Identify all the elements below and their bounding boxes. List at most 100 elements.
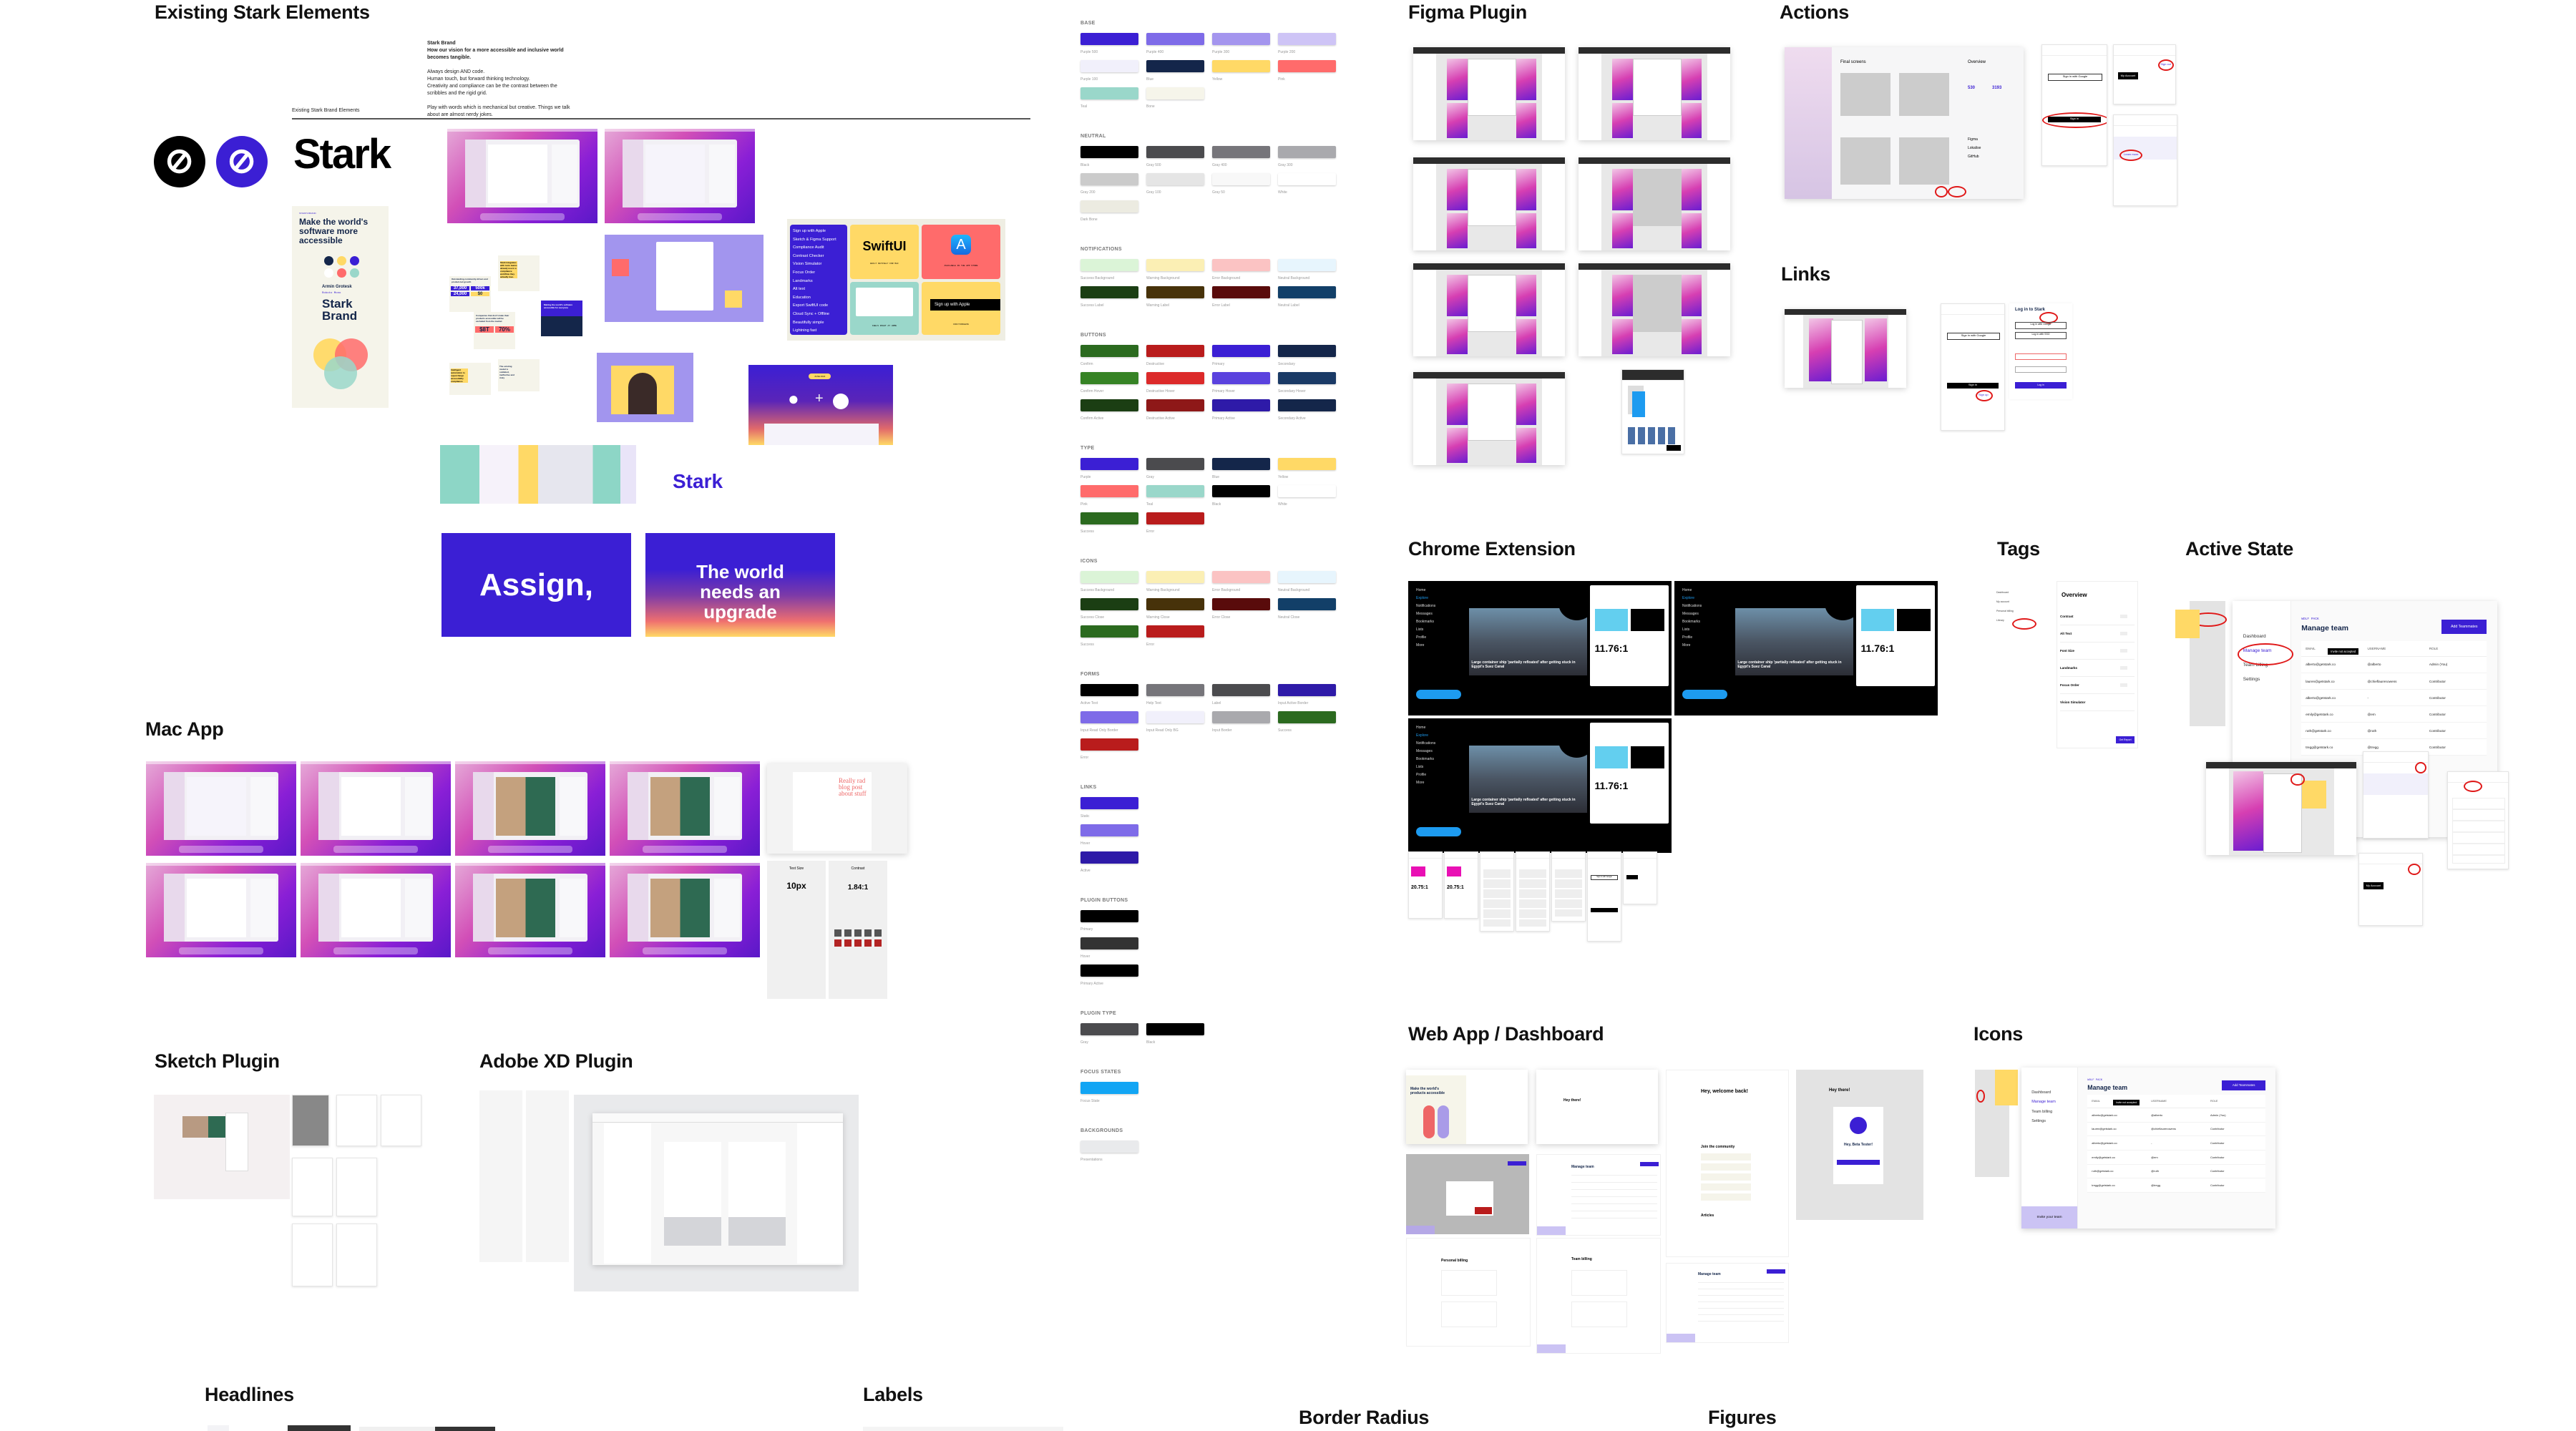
swatch-chip[interactable] [1080, 571, 1138, 583]
color-swatch[interactable]: Gray 300 [1278, 146, 1336, 169]
swatch-chip[interactable] [1080, 1023, 1138, 1035]
login-sso-button[interactable]: Log in with SSO [2015, 332, 2067, 339]
mac-app-screenshot[interactable] [455, 863, 605, 957]
twitter-nav-item[interactable]: Profile [1416, 771, 1469, 779]
swatch-chip[interactable] [1080, 910, 1138, 922]
tags-overview-panel[interactable]: Overview Contrast Alt Text Font Size Landma… [2057, 581, 2138, 748]
swatch-chip[interactable] [1080, 87, 1138, 99]
twitter-nav-item[interactable]: Home [1682, 587, 1735, 595]
color-swatch[interactable]: Input Read Only BG [1146, 711, 1204, 734]
swatch-chip[interactable] [1080, 512, 1138, 524]
color-swatch[interactable]: Static [1080, 797, 1138, 820]
twitter-extension-screenshot[interactable]: Home Explore Notifications Messages Bookmark… [1408, 718, 1672, 853]
color-swatch[interactable]: Error Background [1212, 259, 1270, 282]
figma-plugin-screenshot[interactable] [1413, 157, 1565, 250]
signin-button[interactable] [1591, 908, 1618, 912]
swatch-chip[interactable] [1278, 146, 1336, 158]
swatch-chip[interactable] [1212, 259, 1270, 271]
swatch-chip[interactable] [1080, 372, 1138, 384]
twitter-extension-screenshot[interactable]: Home Explore Notifications Messages Bookmark… [1408, 581, 1672, 716]
swatch-chip[interactable] [1212, 711, 1270, 723]
mac-app-screenshot[interactable] [301, 863, 451, 957]
color-swatch[interactable]: Primary Active [1212, 399, 1270, 422]
extension-panel[interactable]: Sign in with Google [1587, 851, 1621, 942]
mac-blog-window[interactable]: Really rad blog post about stuff [767, 763, 907, 854]
twitter-nav-item[interactable]: Explore [1416, 595, 1469, 602]
icons-manage-team-window[interactable]: Dashboard Manage team Team billing Settings… [2021, 1068, 2275, 1229]
color-swatch[interactable]: Gray 500 [1146, 146, 1204, 169]
nav-item[interactable]: My account [1996, 597, 2035, 607]
color-swatch[interactable]: Confirm Hover [1080, 372, 1138, 395]
swatch-chip[interactable] [1146, 512, 1204, 524]
twitter-nav-item[interactable]: Explore [1416, 732, 1469, 740]
webapp-manage-team-modal[interactable] [1406, 1154, 1529, 1234]
get-report-button[interactable]: Get Report [2116, 736, 2135, 743]
mac-app-screenshot[interactable] [610, 761, 760, 856]
sidebar-nav-item[interactable]: Team billing [2031, 1110, 2052, 1114]
tag-row[interactable]: Contrast [2060, 610, 2135, 625]
color-swatch[interactable]: Yellow [1278, 458, 1336, 481]
swatch-chip[interactable] [1212, 146, 1270, 158]
swatch-chip[interactable] [1080, 485, 1138, 497]
twitter-nav-item[interactable]: Home [1416, 724, 1469, 732]
color-swatch[interactable]: Neutral Label [1278, 286, 1336, 309]
table-row[interactable]: lauren@getstark.co @chieflaurenowens Contr… [2301, 673, 2487, 690]
twitter-nav-item[interactable]: More [1682, 642, 1735, 650]
swatch-chip[interactable] [1278, 372, 1336, 384]
color-swatch[interactable]: Primary [1080, 910, 1138, 933]
color-swatch[interactable]: Hover [1080, 824, 1138, 847]
figma-plugin-screenshot[interactable] [1579, 263, 1730, 356]
actions-account-panel[interactable]: Sign out My Account [2113, 44, 2176, 104]
extension-panel[interactable]: 20.75:1 [1408, 851, 1443, 919]
twitter-nav-item[interactable]: More [1416, 779, 1469, 787]
tag-row[interactable]: Font Size [2060, 645, 2135, 660]
swatch-chip[interactable] [1146, 458, 1204, 470]
color-swatch[interactable]: Success [1080, 625, 1138, 648]
color-swatch[interactable]: Destructive Hover [1146, 372, 1204, 395]
swatch-chip[interactable] [1278, 485, 1336, 497]
twitter-nav-item[interactable]: Profile [1416, 634, 1469, 642]
add-teammates-button[interactable]: Add Teammates [2441, 620, 2487, 635]
sidebar-nav-item[interactable]: Settings [2243, 677, 2260, 682]
color-swatch[interactable]: Label [1212, 684, 1270, 707]
color-swatch[interactable]: Confirm Active [1080, 399, 1138, 422]
swatch-chip[interactable] [1212, 458, 1270, 470]
swatch-chip[interactable] [1080, 286, 1138, 298]
swatch-chip[interactable] [1146, 146, 1204, 158]
swatch-chip[interactable] [1146, 711, 1204, 723]
swatch-chip[interactable] [1146, 87, 1204, 99]
table-row[interactable]: emily@getstark.co @em Contributor [2301, 706, 2487, 723]
tag-row[interactable]: Alt Text [2060, 627, 2135, 643]
color-swatch[interactable]: Purple 500 [1080, 33, 1138, 56]
webapp-personal-billing[interactable]: Personal billing [1406, 1238, 1531, 1347]
extension-panel[interactable] [1480, 851, 1514, 932]
twitter-nav-item[interactable]: Lists [1416, 626, 1469, 634]
foreground-swatch[interactable] [1594, 746, 1628, 769]
swatch-chip[interactable] [1080, 173, 1138, 185]
color-swatch[interactable]: Success Background [1080, 571, 1138, 594]
color-swatch[interactable]: Black [1080, 146, 1138, 169]
color-swatch[interactable]: White [1278, 485, 1336, 508]
swatch-chip[interactable] [1080, 684, 1138, 696]
swatch-chip[interactable] [1080, 738, 1138, 751]
color-swatch[interactable]: Teal [1080, 87, 1138, 110]
webapp-landing[interactable]: Make the world's products accessible [1406, 1070, 1528, 1144]
mac-app-screenshot[interactable] [146, 863, 296, 957]
tag-row[interactable]: Vision Simulator [2060, 696, 2135, 711]
mac-app-screenshot[interactable] [447, 129, 597, 223]
color-swatch[interactable]: Success Background [1080, 259, 1138, 282]
mac-app-screenshot[interactable] [610, 863, 760, 957]
swatch-chip[interactable] [1212, 372, 1270, 384]
swatch-chip[interactable] [1080, 399, 1138, 411]
webapp-hey-there[interactable]: Hey there! [1536, 1070, 1658, 1144]
swatch-chip[interactable] [1080, 937, 1138, 949]
figma-plugin-screenshot[interactable] [1413, 47, 1565, 140]
figma-plugin-screenshot[interactable] [1413, 263, 1565, 356]
extension-panel[interactable] [1516, 851, 1550, 932]
stark-contrast-panel[interactable]: 11.76:1 [1589, 585, 1669, 686]
swatch-chip[interactable] [1146, 399, 1204, 411]
google-signin-button[interactable]: Sign in with Google [1591, 875, 1618, 880]
twitter-nav-item[interactable]: More [1416, 642, 1469, 650]
twitter-nav-item[interactable]: Notifications [1416, 602, 1469, 610]
webapp-welcome[interactable]: Hey, welcome back! Join the community Ar… [1666, 1070, 1789, 1257]
